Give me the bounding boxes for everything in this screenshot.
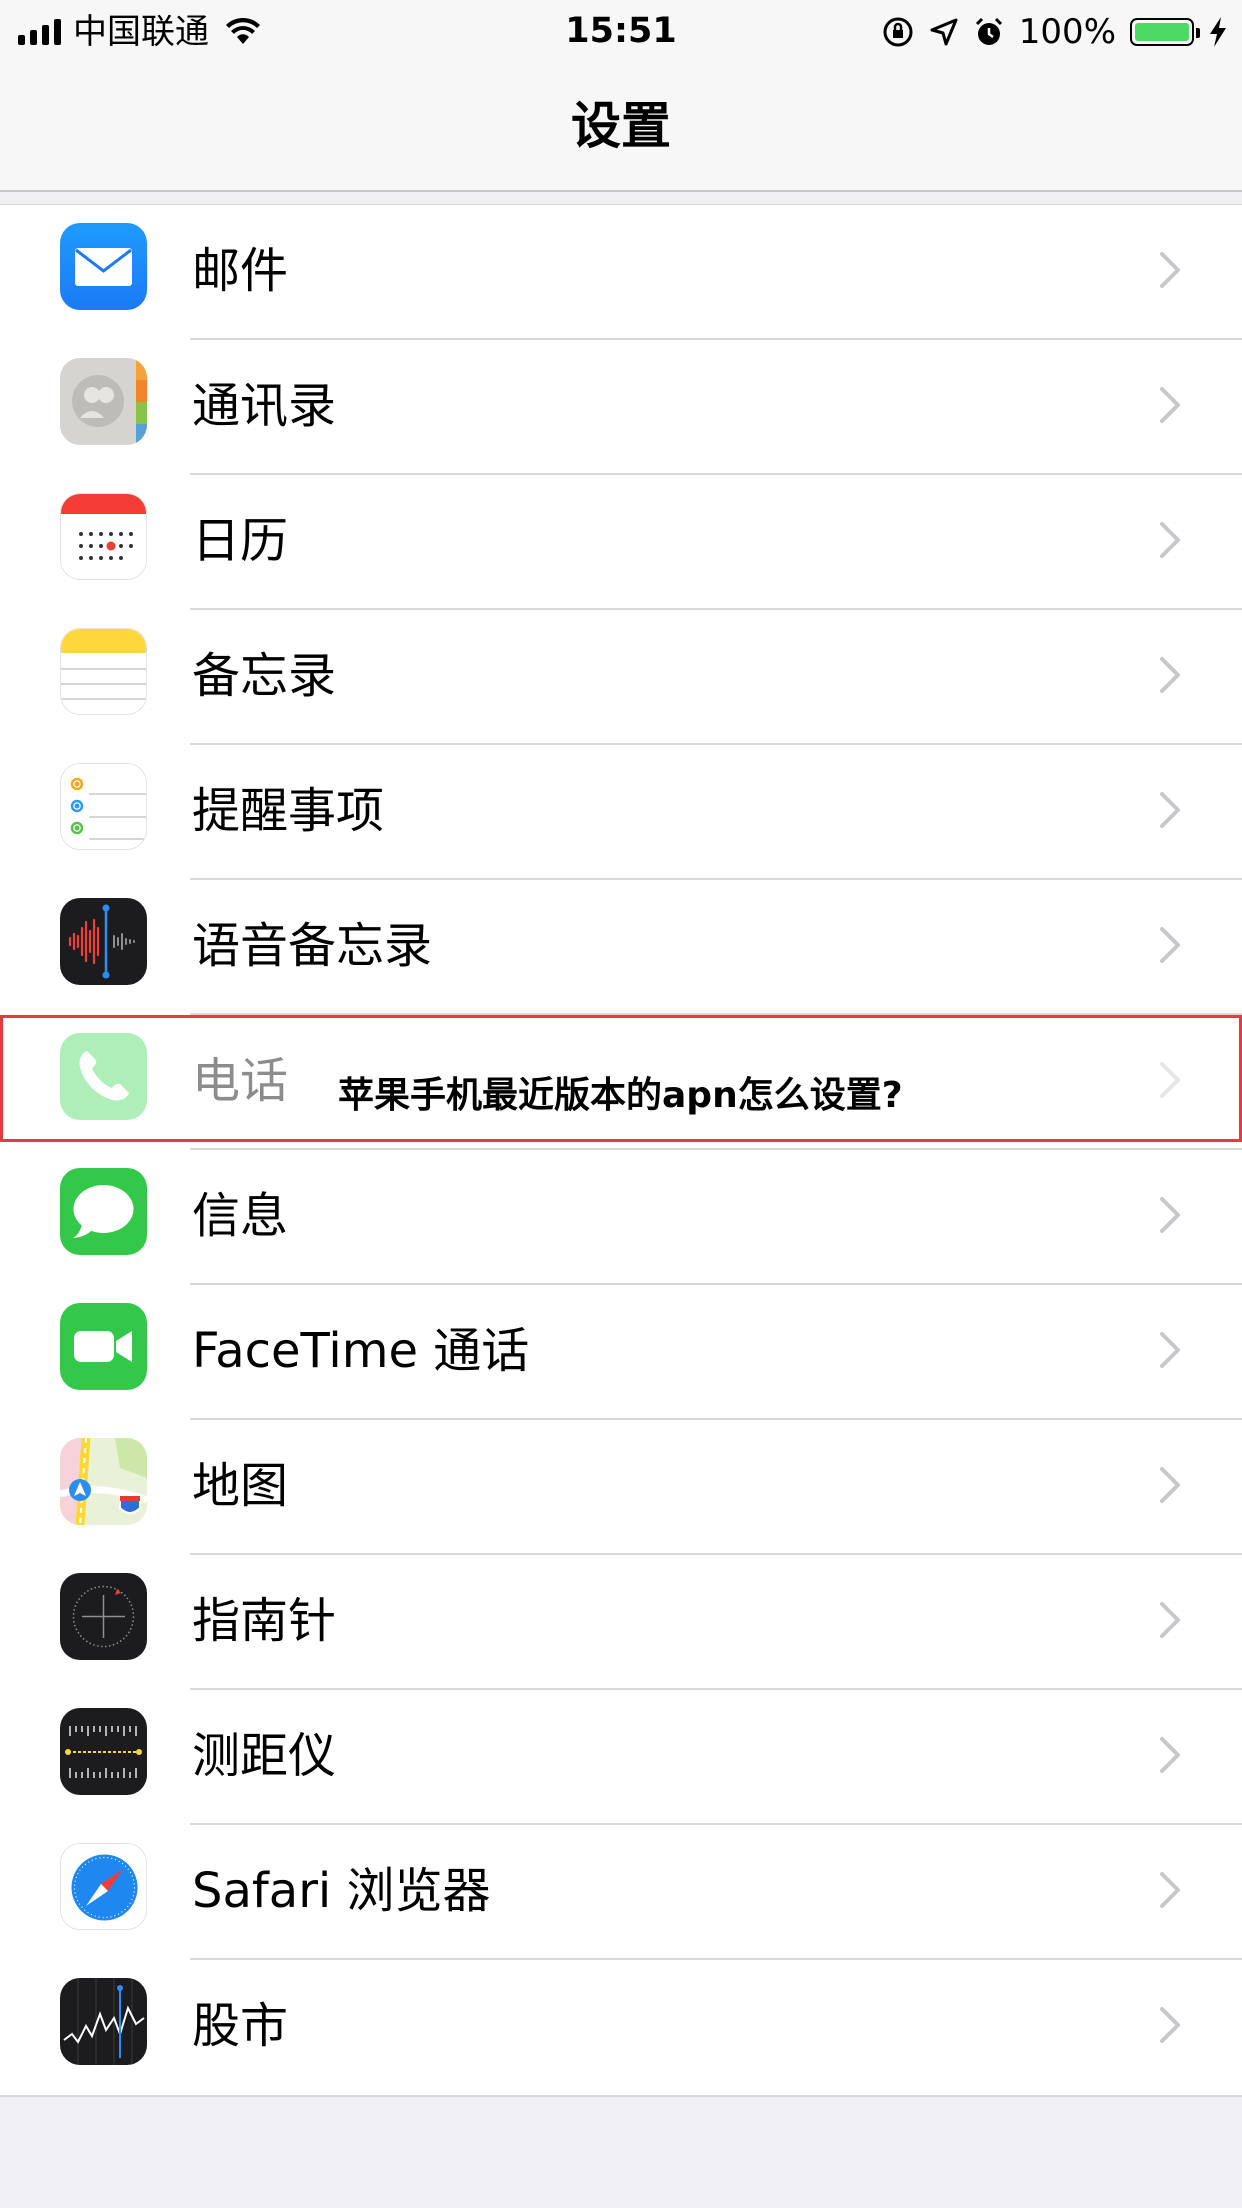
row-label: 提醒事项 xyxy=(192,783,385,839)
chevron-right-icon xyxy=(1160,1737,1180,1773)
settings-row-mail[interactable]: 邮件 xyxy=(0,205,1242,340)
chevron-right-icon xyxy=(1160,1332,1180,1368)
chevron-right-icon xyxy=(1160,252,1180,288)
row-label: 日历 xyxy=(192,513,289,569)
chevron-right-icon xyxy=(1160,1602,1180,1638)
chevron-right-icon xyxy=(1160,792,1180,828)
row-label: 信息 xyxy=(192,1188,289,1244)
settings-row-measure[interactable]: 测距仪 xyxy=(0,1690,1242,1825)
chevron-right-icon xyxy=(1160,1467,1180,1503)
settings-row-calendar[interactable]: 日历 xyxy=(0,475,1242,610)
row-label: 语音备忘录 xyxy=(192,918,433,974)
alarm-icon xyxy=(975,17,1002,45)
stocks-icon xyxy=(60,1978,147,2065)
orientation-lock-icon xyxy=(883,17,913,47)
chevron-right-icon xyxy=(1160,522,1180,558)
status-bar: 中国联通 15:51 100% xyxy=(0,0,1242,62)
chevron-right-icon xyxy=(1160,387,1180,423)
settings-row-notes[interactable]: 备忘录 xyxy=(0,610,1242,745)
maps-icon xyxy=(60,1438,147,1525)
settings-row-facetime[interactable]: FaceTime 通话 xyxy=(0,1285,1242,1420)
row-label: Safari 浏览器 xyxy=(192,1863,491,1919)
row-label: 通讯录 xyxy=(192,378,337,434)
notes-icon xyxy=(60,628,147,715)
settings-row-maps[interactable]: 地图 xyxy=(0,1420,1242,1555)
reminders-icon xyxy=(60,763,147,850)
battery-percentage: 100% xyxy=(1018,12,1116,52)
mail-icon xyxy=(60,223,147,310)
battery-icon xyxy=(1130,18,1200,46)
settings-row-stocks[interactable]: 股市 xyxy=(0,1960,1242,2095)
chevron-right-icon xyxy=(1160,2007,1180,2043)
settings-row-safari[interactable]: Safari 浏览器 xyxy=(0,1825,1242,1960)
row-label: 指南针 xyxy=(192,1593,337,1649)
row-label: 测距仪 xyxy=(192,1728,337,1784)
row-label: 股市 xyxy=(192,1998,289,2054)
contacts-icon xyxy=(60,358,147,445)
chevron-right-icon xyxy=(1160,1197,1180,1233)
compass-icon xyxy=(60,1573,147,1660)
facetime-icon xyxy=(60,1303,147,1390)
messages-icon xyxy=(60,1168,147,1255)
chevron-right-icon xyxy=(1160,927,1180,963)
voice-memos-icon xyxy=(60,898,147,985)
row-label: 邮件 xyxy=(192,243,289,299)
row-label: 地图 xyxy=(192,1458,289,1514)
settings-list: 邮件 通讯录 日历 备忘录 提醒事项 语音备忘录 信息 FaceTime 通话 … xyxy=(0,204,1242,2097)
settings-row-messages[interactable]: 信息 xyxy=(0,1150,1242,1285)
safari-icon xyxy=(60,1843,147,1930)
settings-row-reminders[interactable]: 提醒事项 xyxy=(0,745,1242,880)
charging-bolt-icon xyxy=(1210,17,1226,47)
settings-row-compass[interactable]: 指南针 xyxy=(0,1555,1242,1690)
row-label: FaceTime 通话 xyxy=(192,1323,530,1379)
page-title: 设置 xyxy=(571,97,671,155)
calendar-icon xyxy=(60,493,147,580)
chevron-right-icon xyxy=(1160,1872,1180,1908)
navigation-bar: 设置 xyxy=(0,62,1242,192)
overlay-caption: 苹果手机最近版本的apn怎么设置? xyxy=(338,1075,903,1116)
location-arrow-icon xyxy=(930,18,958,46)
row-label: 备忘录 xyxy=(192,648,337,704)
settings-row-voice-memos[interactable]: 语音备忘录 xyxy=(0,880,1242,1015)
settings-row-contacts[interactable]: 通讯录 xyxy=(0,340,1242,475)
chevron-right-icon xyxy=(1160,657,1180,693)
measure-icon xyxy=(60,1708,147,1795)
